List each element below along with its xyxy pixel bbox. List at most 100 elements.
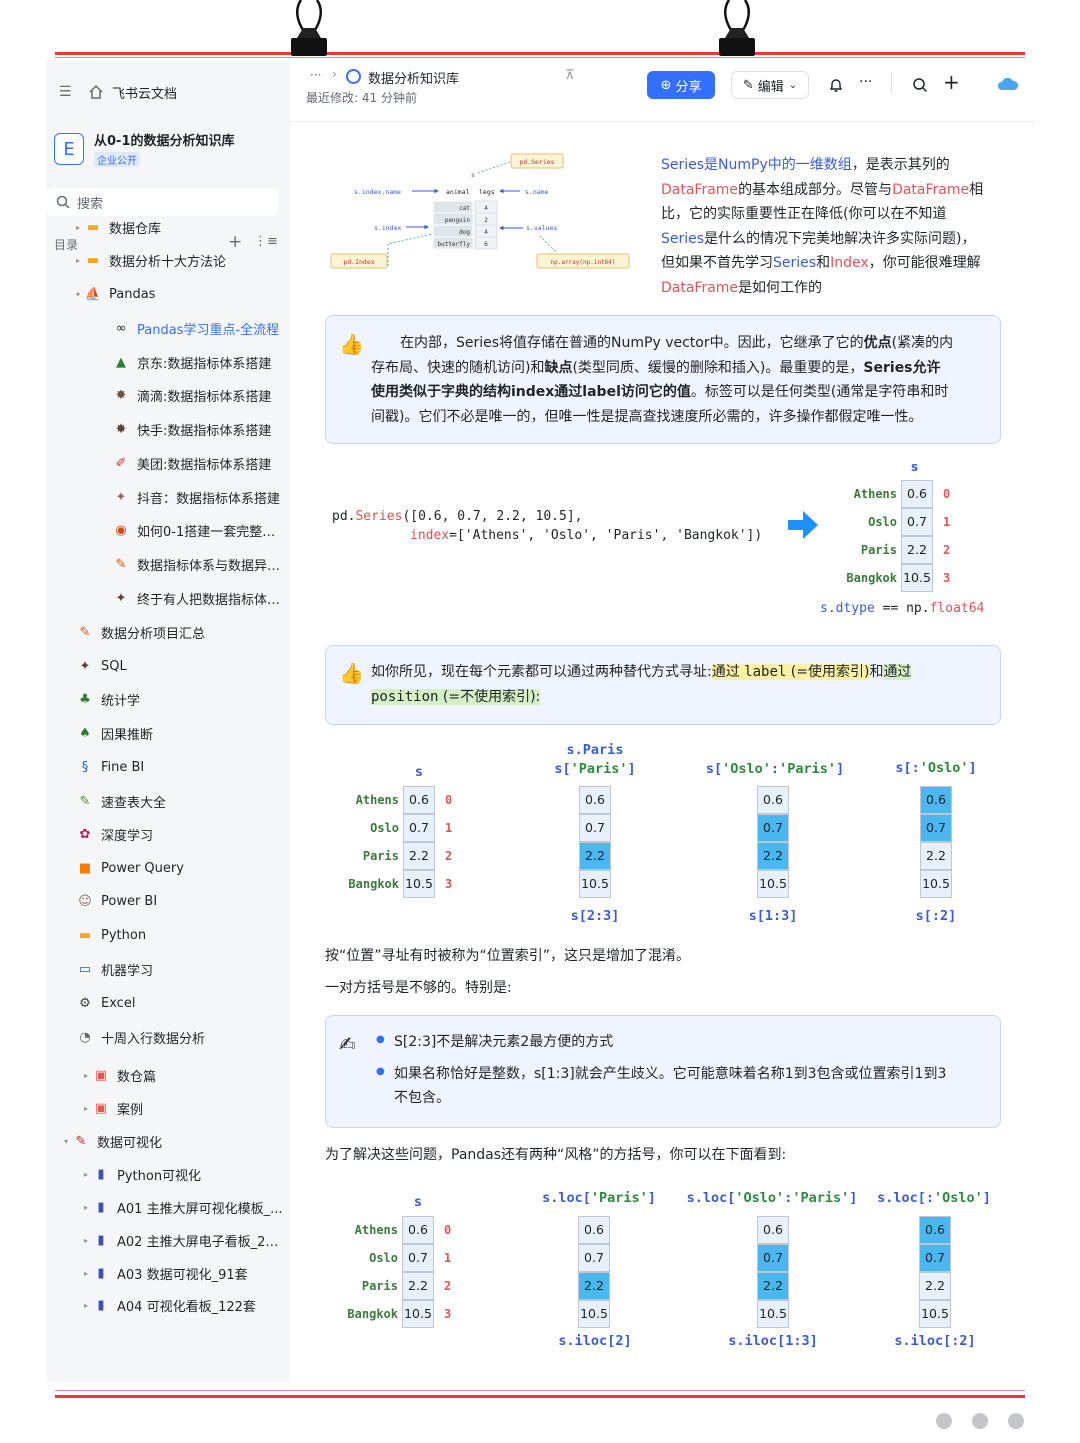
sidebar-item[interactable]: ✦ SQL [64,656,286,676]
bottom-red-line [55,1395,1025,1398]
series-value-cell: 2.2 [402,1271,434,1300]
sidebar-item[interactable]: ✦ 终于有人把数据指标体系... [100,588,286,608]
workspace-name[interactable]: 从0-1的数据分析知识库 [94,130,235,149]
sidebar-item[interactable]: ♣ 统计学 [64,689,286,709]
search-box[interactable]: 搜索 [46,188,278,216]
sidebar-item[interactable]: ⚙ Excel [64,993,286,1013]
sidebar-item[interactable]: ▸ ▮ Python可视化 [80,1164,286,1184]
pencil-icon: ✎ [79,624,91,640]
sidebar-item[interactable]: ◔ 十周入行数据分析 [64,1027,286,1047]
breadcrumb-chevron-icon: › [332,67,337,81]
target-icon: ◉ [115,522,127,538]
sidebar-item[interactable]: § Fine BI [64,757,286,777]
sidebar-item[interactable]: ▭ 机器学习 [64,959,286,979]
chevron-right-icon[interactable]: ▸ [80,1104,92,1113]
series-position-index: 0 [445,793,453,807]
flower-icon: ✿ [79,826,91,842]
table-row: 2.2 [757,1271,789,1300]
collapse-sidebar-icon[interactable]: ☰ [59,84,72,100]
sidebar-item[interactable]: ✐ 美团:数据指标体系搭建 [100,453,286,473]
sidebar-header-title[interactable]: 飞书云文档 [112,83,177,102]
t1-paris-attr: s.Paris [566,742,624,758]
sidebar-item[interactable]: ▸ ▮ A03 数据可视化_91套 [80,1263,286,1283]
series-value-cell: 10.5 [901,563,933,592]
sidebar-item[interactable]: ♠ 因果推断 [64,723,286,743]
t1-oslo-paris-slice: s['Oslo':'Paris'] [705,761,845,777]
pin-icon[interactable]: ⊼ [565,68,575,83]
table-row: Bangkok 10.5 3 [343,869,452,898]
folder-icon: ▣ [94,1067,108,1083]
sidebar-item[interactable]: ▸ ▮ A04 可视化看板_122套 [80,1295,286,1315]
sidebar-item[interactable]: ◉ 如何0-1搭建一套完整的数... [100,520,286,540]
share-button[interactable]: ⊕ 分享 [647,71,715,99]
doc-title[interactable]: 数据分析知识库 [368,68,459,87]
callout-internal-storage: 👍 在内部，Series将值存储在普通的NumPy vector中。因此，它继承… [325,315,1001,444]
t1-bottom-1: s[2:3] [570,908,620,924]
chevron-down-icon[interactable]: ▾ [60,1137,72,1146]
chevron-right-icon[interactable]: ▸ [80,1071,92,1080]
sidebar-item[interactable]: ∞ Pandas学习重点-全流程 [100,318,286,338]
series-label: Bangkok [348,877,399,891]
chevron-right-icon[interactable]: ▸ [80,1301,92,1310]
series-value-cell: 10.5 [757,1299,789,1328]
carousel-dot[interactable] [972,1413,988,1429]
table-row: 0.6 [579,785,611,814]
sidebar-item[interactable]: ✸ 滴滴:数据指标体系搭建 [100,385,286,405]
chevron-right-icon[interactable]: ▸ [80,1269,92,1278]
chevron-right-icon[interactable]: ▸ [72,223,84,232]
sidebar-item[interactable]: ✎ 数据分析项目汇总 [64,622,286,642]
add-icon[interactable]: + [943,70,960,94]
series-name-s: s [911,460,919,474]
sidebar-item[interactable]: ▾ ✎ 数据可视化 [60,1131,286,1151]
sidebar-item-label: 数据分析项目汇总 [101,626,206,642]
workspace-badge: 企业公开 [94,152,140,167]
carousel-dot[interactable] [1008,1413,1024,1429]
folder-icon: ▬ [86,219,100,235]
chevron-right-icon[interactable]: ▸ [80,1170,92,1179]
chevron-down-icon[interactable]: ▾ [72,290,84,299]
chevron-right-icon[interactable]: ▸ [72,256,84,265]
sidebar-item[interactable]: ✎ 速查表大全 [64,791,286,811]
sidebar-item[interactable]: ▸ ▬ 数据分析十大方法论 [72,250,286,270]
sidebar-item[interactable]: ☺ Power BI [64,891,286,911]
series-value-cell: 2.2 [579,841,611,870]
sidebar-item[interactable]: ✎ 数据指标体系与数据异动... [100,554,286,574]
t2-loc-to-oslo: s.loc[:'Oslo'] [877,1190,991,1206]
home-icon[interactable] [88,84,104,100]
table-row: 2.2 [578,1271,610,1300]
paragraph-position-index: 按“位置”寻址有时被称为“位置索引”，这只是增加了混淆。 [325,948,691,964]
search-icon[interactable] [912,77,928,93]
series-label: Athens [853,487,897,501]
sidebar-item[interactable]: ▸ ▮ A01 主推大屏可视化模板_... [80,1197,286,1217]
diagram-index-label: cat [459,205,470,212]
s-values-label: s.values [526,224,557,232]
sidebar-item-label: 统计学 [101,693,141,709]
sidebar-item-label: A02 主推大屏电子看板_20套 [117,1234,286,1250]
cloud-icon[interactable] [997,76,1019,92]
edit-button[interactable]: ✎ 编辑 ⌄ [731,71,809,99]
sidebar-item[interactable]: ■ Power Query [64,858,286,878]
sidebar-item[interactable]: ▸ ▮ A02 主推大屏电子看板_20套 [80,1230,286,1250]
sidebar-item[interactable]: ▸ ▣ 数仓篇 [80,1065,286,1085]
bell-icon[interactable] [828,77,844,93]
sidebar-item[interactable]: ✸ 快手:数据指标体系搭建 [100,419,286,439]
table-row: 10.5 [578,1299,610,1328]
t2-iloc-2: s.iloc[2] [558,1333,632,1349]
sidebar-item[interactable]: ▸ ▬ 数据仓库 [72,217,286,237]
sidebar-item[interactable]: ✿ 深度学习 [64,824,286,844]
t2-s-label: s [413,1194,423,1210]
chevron-right-icon[interactable]: ▸ [80,1203,92,1212]
sidebar-item[interactable]: ▲ 京东:数据指标体系搭建 [100,352,286,372]
chevron-right-icon[interactable]: ▸ [80,1236,92,1245]
series-value-cell: 0.7 [578,1243,610,1272]
carousel-dot[interactable] [936,1413,952,1429]
sidebar-item[interactable]: ▬ Python [64,925,286,945]
series-label: Paris [860,543,897,557]
sidebar-item[interactable]: ▾ ⛵ Pandas [72,284,286,304]
ship-icon: ⛵ [84,286,102,302]
sidebar-item[interactable]: ▸ ▣ 案例 [80,1098,286,1118]
series-position-index: 0 [943,487,951,501]
more-options-icon[interactable]: ··· [859,74,872,90]
sidebar-item[interactable]: ✦ 抖音：数据指标体系搭建 [100,487,286,507]
breadcrumb-more-icon[interactable]: ··· [310,68,321,82]
